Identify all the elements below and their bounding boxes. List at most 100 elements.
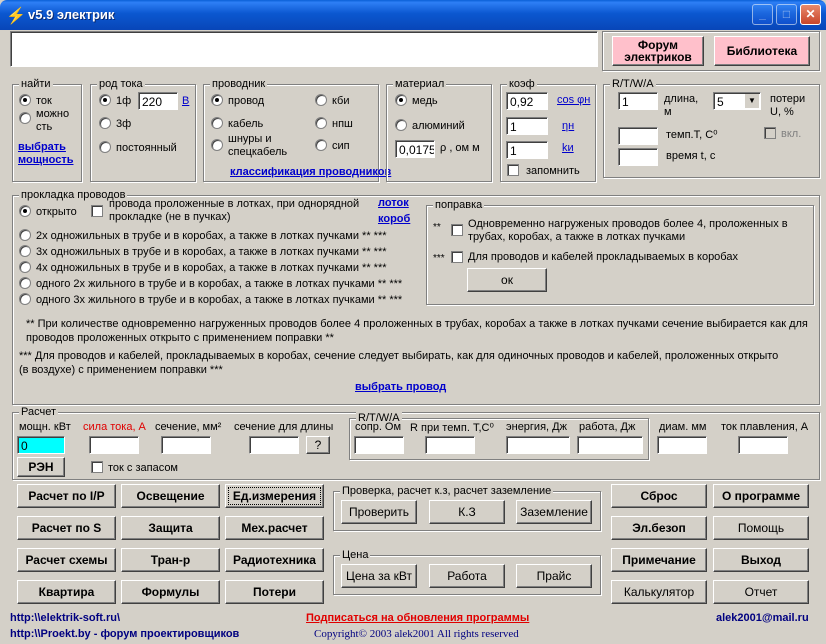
short-circuit-button[interactable]: К.З (429, 500, 505, 524)
energy-output[interactable] (506, 436, 570, 454)
library-button[interactable]: Библиотека (714, 36, 810, 66)
efficiency-input[interactable]: 1 (506, 117, 548, 135)
laying-open-radio[interactable] (19, 205, 31, 217)
circuit-calc-button[interactable]: Расчет схемы (17, 548, 116, 572)
wire-radio[interactable] (211, 94, 223, 106)
work-price-button[interactable]: Работа (429, 564, 505, 588)
power-input[interactable]: 0 (17, 436, 65, 454)
losses-button[interactable]: Потери (225, 580, 324, 604)
melt-current-label: ток плавления, А (721, 421, 809, 433)
maximize-button[interactable]: □ (776, 4, 797, 25)
current-output[interactable] (89, 436, 139, 454)
nsh-radio[interactable] (315, 117, 327, 129)
correction-4plus-checkbox[interactable] (451, 224, 463, 236)
voltage-input[interactable]: 220 (138, 92, 178, 110)
formulas-button[interactable]: Формулы (121, 580, 220, 604)
work-output[interactable] (577, 436, 643, 454)
ren-button[interactable]: РЭН (17, 457, 65, 477)
three-phase-radio[interactable] (99, 117, 111, 129)
help-question-button[interactable]: ? (306, 436, 330, 454)
kbi-label: кби (332, 95, 350, 107)
usage-coef-input[interactable]: 1 (506, 141, 548, 159)
melt-current-output[interactable] (738, 436, 788, 454)
aluminium-label: алюминий (412, 120, 465, 132)
exit-button[interactable]: Выход (713, 548, 809, 572)
cos-phi-input[interactable]: 0,92 (506, 92, 548, 110)
price-list-button[interactable]: Прайс (516, 564, 592, 588)
conductor-group-label: проводник (210, 78, 268, 90)
box-link[interactable]: короб (378, 213, 410, 225)
laying-1x2-radio[interactable] (19, 277, 31, 289)
cords-radio[interactable] (211, 139, 223, 151)
about-button[interactable]: О программе (713, 484, 809, 508)
laying-4x-radio[interactable] (19, 261, 31, 273)
resistance-label: сопр. Ом (355, 421, 402, 433)
report-button[interactable]: Отчет (713, 580, 809, 604)
aluminium-radio[interactable] (395, 119, 407, 131)
lighting-button[interactable]: Освещение (121, 484, 220, 508)
minimize-button[interactable]: _ (752, 4, 773, 25)
cable-radio[interactable] (211, 117, 223, 129)
forum-button[interactable]: Форум электриков (612, 36, 704, 66)
loss-label: потери U, % (770, 93, 806, 118)
section-length-output[interactable] (249, 436, 299, 454)
tray-link[interactable]: лоток (378, 197, 409, 209)
site-link[interactable]: http:\\elektrik-soft.ru\ (10, 612, 120, 624)
laying-1x3-radio[interactable] (19, 293, 31, 305)
grounding-button[interactable]: Заземление (516, 500, 592, 524)
radio-button[interactable]: Радиотехника (225, 548, 324, 572)
dc-radio[interactable] (99, 141, 111, 153)
calc-s-button[interactable]: Расчет по S (17, 516, 116, 540)
laying-2x-radio[interactable] (19, 229, 31, 241)
forum-link[interactable]: http:\\Proekt.by - форум проектировщиков (10, 628, 239, 640)
units-button[interactable]: Ед.измерения (225, 484, 324, 508)
email-link[interactable]: alek2001@mail.ru (716, 612, 809, 624)
resistance-temp-output[interactable] (425, 436, 475, 454)
correction-boxes-checkbox[interactable] (451, 251, 463, 263)
calc-ip-button[interactable]: Расчет по I/P (17, 484, 116, 508)
transformer-button[interactable]: Тран-р (121, 548, 220, 572)
temperature-label: темп.T, С⁰ (666, 129, 718, 141)
sip-radio[interactable] (315, 139, 327, 151)
correction-ok-button[interactable]: ок (467, 268, 547, 292)
resistivity-input[interactable]: 0,0175 (395, 140, 435, 158)
correction-mark-2: *** (433, 253, 445, 264)
single-phase-radio[interactable] (99, 94, 111, 106)
select-power-link[interactable]: выбрать мощность (18, 141, 73, 167)
help-button[interactable]: Помощь (713, 516, 809, 540)
info-field[interactable] (10, 31, 598, 67)
temperature-input[interactable] (618, 127, 658, 145)
laying-trays-checkbox[interactable] (91, 205, 103, 217)
mech-calc-button[interactable]: Мех.расчет (225, 516, 324, 540)
diameter-output[interactable] (657, 436, 707, 454)
copyright-text: Copyright© 2003 alek2001 All rights rese… (314, 628, 519, 640)
loss-select[interactable]: 5 ▼ (713, 92, 761, 110)
protection-button[interactable]: Защита (121, 516, 220, 540)
wire-label: провод (228, 95, 265, 107)
time-input[interactable] (618, 148, 658, 166)
copper-radio[interactable] (395, 94, 407, 106)
apartment-button[interactable]: Квартира (17, 580, 116, 604)
remember-label: запомнить (526, 165, 580, 177)
reserve-checkbox[interactable] (91, 461, 103, 473)
select-wire-link[interactable]: выбрать провод (355, 381, 446, 393)
el-safety-button[interactable]: Эл.безоп (611, 516, 707, 540)
reset-button[interactable]: Сброс (611, 484, 707, 508)
cords-label: шнуры и спецкабель (228, 133, 288, 158)
find-power-radio[interactable] (19, 112, 31, 124)
price-per-kw-button[interactable]: Цена за кВт (341, 564, 417, 588)
check-button[interactable]: Проверить (341, 500, 417, 524)
conductor-classification-link[interactable]: классификация проводников (230, 166, 391, 178)
rtwa-enable-checkbox[interactable] (764, 127, 776, 139)
remember-checkbox[interactable] (507, 164, 519, 176)
subscribe-link[interactable]: Подписаться на обновления программы (306, 612, 529, 624)
find-current-radio[interactable] (19, 94, 31, 106)
length-input[interactable]: 1 (618, 92, 658, 110)
close-button[interactable]: ✕ (800, 4, 821, 25)
section-output[interactable] (161, 436, 211, 454)
kbi-radio[interactable] (315, 94, 327, 106)
calculator-button[interactable]: Калькулятор (611, 580, 707, 604)
resistance-output[interactable] (354, 436, 404, 454)
notes-button[interactable]: Примечание (611, 548, 707, 572)
laying-3x-radio[interactable] (19, 245, 31, 257)
